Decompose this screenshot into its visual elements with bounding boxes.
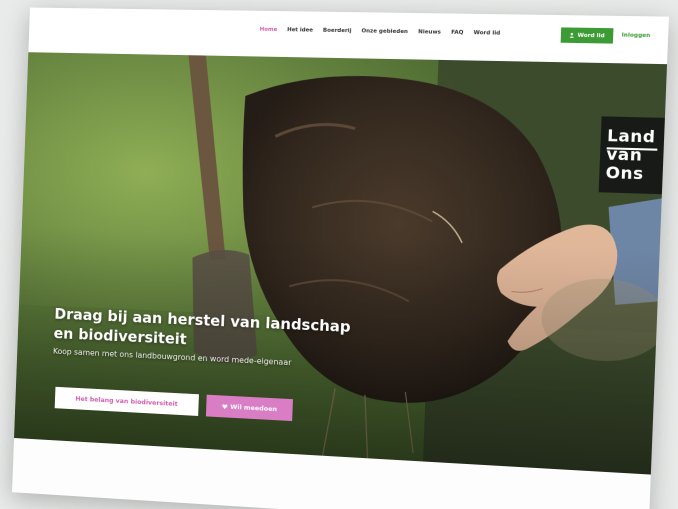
website-page: Home Het idee Boerderij Onze gebieden Ni… [12,7,669,509]
heart-icon [221,404,228,410]
word-lid-button[interactable]: Word lid [560,27,614,44]
nav-item-faq[interactable]: FAQ [451,30,464,36]
word-lid-label: Word lid [577,32,605,39]
join-button[interactable]: Wil meedoen [205,394,293,422]
hero-section: Land van Ons Draag bij aan herstel van l… [14,52,668,475]
screenshot-stage: Home Het idee Boerderij Onze gebieden Ni… [0,0,678,509]
logo-line-3: Ons [605,162,645,184]
nav-item-onze-gebieden[interactable]: Onze gebieden [361,28,408,35]
user-icon [569,32,574,38]
join-button-label: Wil meedoen [230,402,278,414]
nav-item-home[interactable]: Home [260,27,278,33]
nav-item-word-lid[interactable]: Word lid [473,30,500,37]
nav-item-het-idee[interactable]: Het idee [287,27,313,33]
login-link[interactable]: Inloggen [621,32,650,39]
main-nav: Home Het idee Boerderij Onze gebieden Ni… [260,27,501,37]
nav-item-boerderij[interactable]: Boerderij [323,28,352,34]
nav-item-nieuws[interactable]: Nieuws [418,29,441,35]
site-logo[interactable]: Land van Ons [598,116,668,195]
